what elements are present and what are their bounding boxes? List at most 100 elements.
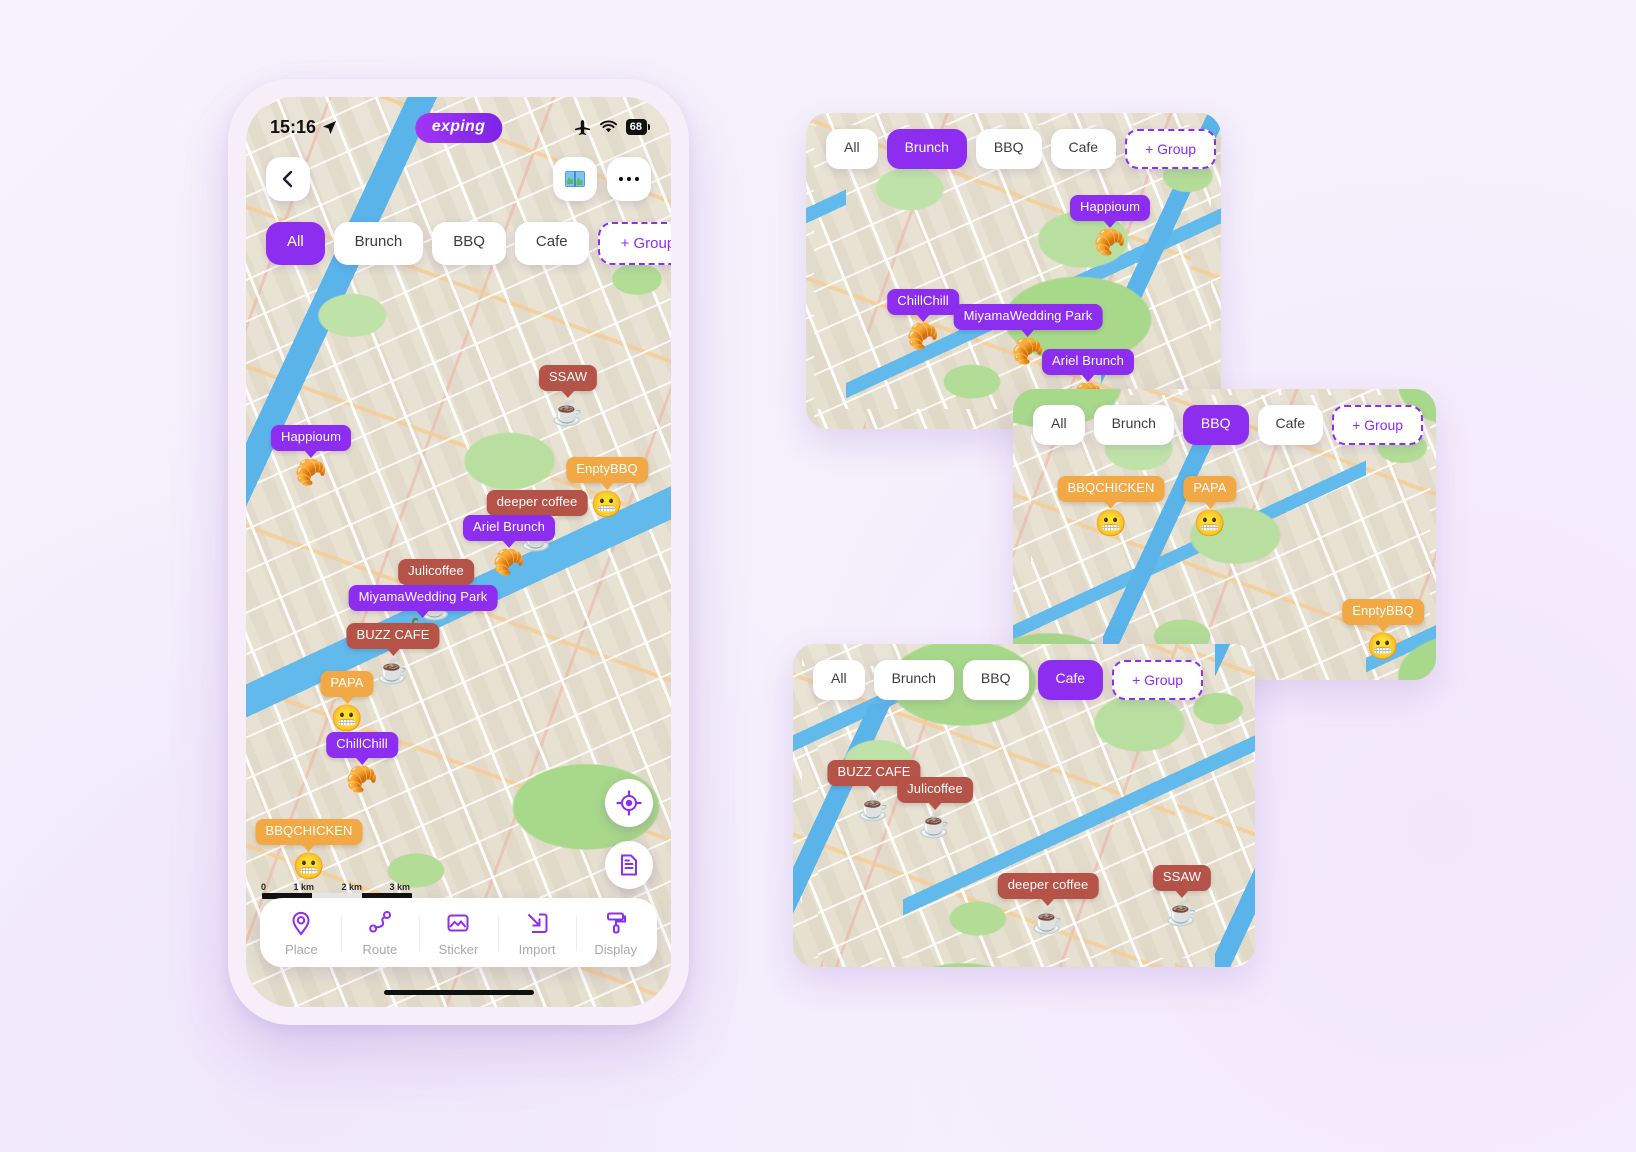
filter-chip-brunch[interactable]: Brunch [333, 222, 424, 265]
scale-tick-1: 1 km [293, 882, 314, 892]
map-book-icon [565, 171, 585, 187]
wifi-icon [599, 120, 617, 133]
map-pin-emoji: 🥐 [294, 456, 328, 487]
toolbar-item-display[interactable]: Display [576, 910, 655, 957]
battery-indicator: 68 [625, 119, 651, 135]
map-pin-label[interactable]: PAPA [1183, 476, 1237, 502]
map-pin-emoji: 😬 [1094, 507, 1128, 538]
phone-top-bar [266, 157, 651, 201]
filter-chip-list: All Brunch BBQ Cafe + Group [1033, 405, 1424, 445]
map-pin-emoji: ☕ [1165, 896, 1199, 927]
add-group-button[interactable]: + Group [1332, 405, 1424, 445]
card-filter-bar: All Brunch BBQ Cafe + Group [826, 129, 1217, 169]
card-filter-bar: All Brunch BBQ Cafe + Group [1033, 405, 1424, 445]
scale-tick-0: 0 [261, 882, 267, 892]
map-pin-emoji: ☕ [918, 808, 952, 839]
toolbar-label-place: Place [285, 942, 318, 957]
filter-chip-brunch[interactable]: Brunch [873, 660, 954, 700]
add-group-button[interactable]: + Group [1125, 129, 1217, 169]
map-pin[interactable]: Happioum 🥐 [270, 425, 352, 487]
map-pin[interactable]: SSAW ☕ [538, 365, 598, 425]
paint-roller-icon [606, 912, 626, 934]
toolbar-item-route[interactable]: Route [340, 910, 420, 957]
map-pin-label[interactable]: Ariel Brunch [462, 515, 556, 541]
map-pin-label[interactable]: Ariel Brunch [1041, 349, 1135, 375]
map-pin-label[interactable]: deeper coffee [486, 490, 588, 516]
preview-card-brunch[interactable]: All Brunch BBQ Cafe + Group Happioum 🥐 Chi… [806, 113, 1221, 429]
filter-chip-brunch[interactable]: Brunch [886, 129, 967, 169]
map-pin-label[interactable]: Julicoffee [897, 777, 973, 803]
filter-chip-brunch[interactable]: Brunch [1093, 405, 1174, 445]
map-pin-label[interactable]: ChillChill [326, 732, 398, 758]
airplane-mode-icon [574, 119, 590, 135]
filter-chip-bbq[interactable]: BBQ [432, 222, 506, 265]
map-pin[interactable]: Happioum 🥐 [1069, 195, 1151, 257]
preview-card-cafe[interactable]: All Brunch BBQ Cafe + Group BUZZ CAFE ☕ Ju… [793, 644, 1255, 967]
map-pin[interactable]: BBQCHICKEN 😬 [255, 819, 363, 881]
map-pin-label[interactable]: BBQCHICKEN [255, 819, 363, 845]
map-pin-label[interactable]: SSAW [1152, 865, 1212, 891]
filter-chip-cafe[interactable]: Cafe [1050, 129, 1117, 169]
more-options-button[interactable] [607, 157, 651, 201]
more-horizontal-icon [618, 176, 640, 182]
document-button[interactable] [605, 841, 653, 889]
status-bar-clock: 15:16 [270, 117, 337, 138]
filter-chip-all[interactable]: All [826, 129, 878, 169]
filter-chip-bbq[interactable]: BBQ [1182, 405, 1249, 445]
map-pin-label[interactable]: EnptyBBQ [1342, 599, 1424, 625]
map-pin[interactable]: EnptyBBQ 😬 [1342, 599, 1424, 659]
map-pin-emoji: 🥐 [906, 320, 940, 351]
map-pin-label[interactable]: MiyamaWedding Park [953, 304, 1103, 330]
filter-chip-all[interactable]: All [813, 660, 865, 700]
map-pin[interactable]: deeper coffee ☕ [997, 873, 1099, 933]
filter-chip-list: All Brunch BBQ Cafe + Group [813, 660, 1204, 700]
map-pin[interactable]: SSAW ☕ [1152, 865, 1212, 927]
map-pin[interactable]: PAPA 😬 [320, 671, 374, 731]
route-icon [369, 911, 391, 933]
image-icon [447, 914, 469, 932]
map-pin[interactable]: PAPA 😬 [1183, 476, 1237, 538]
filter-chip-bbq[interactable]: BBQ [975, 129, 1042, 169]
map-pin-label[interactable]: BUZZ CAFE [346, 623, 440, 649]
map-pin-emoji: 🥐 [1093, 226, 1127, 257]
filter-chip-cafe[interactable]: Cafe [1257, 405, 1324, 445]
map-pin-emoji: 😬 [1193, 507, 1227, 538]
phone-top-bar-actions [553, 157, 651, 201]
filter-chip-cafe[interactable]: Cafe [1037, 660, 1104, 700]
filter-chip-bbq[interactable]: BBQ [962, 660, 1029, 700]
brand-badge: exping [414, 113, 503, 143]
toolbar-item-import[interactable]: Import [497, 910, 577, 957]
status-bar-indicators: 68 [574, 119, 651, 136]
map-pin[interactable]: ChillChill 🥐 [326, 732, 398, 792]
map-pin-label[interactable]: EnptyBBQ [566, 457, 648, 483]
add-group-button[interactable]: + Group [1112, 660, 1204, 700]
map-pin-label[interactable]: BBQCHICKEN [1057, 476, 1165, 502]
bottom-toolbar: Place Route Sticker Import Display [260, 898, 657, 967]
map-pin-label[interactable]: MiyamaWedding Park [348, 585, 498, 611]
toolbar-item-place[interactable]: Place [262, 910, 341, 957]
add-group-button[interactable]: + Group [597, 222, 671, 265]
map-pin-label[interactable]: deeper coffee [997, 873, 1099, 899]
locate-me-button[interactable] [605, 779, 653, 827]
map-pin-label[interactable]: PAPA [320, 671, 374, 697]
preview-card-bbq[interactable]: All Brunch BBQ Cafe + Group BBQCHICKEN 😬 P… [1013, 389, 1436, 680]
map-pin-label[interactable]: SSAW [538, 365, 598, 391]
map-pin-label[interactable]: Happioum [270, 425, 352, 451]
map-pin-label[interactable]: Happioum [1069, 195, 1151, 221]
home-indicator[interactable] [383, 990, 534, 995]
map-pin-emoji: 🥐 [345, 763, 379, 794]
map-pin[interactable]: Julicoffee ☕ [897, 777, 973, 837]
filter-chip-all[interactable]: All [1033, 405, 1085, 445]
toolbar-item-sticker[interactable]: Sticker [419, 910, 498, 957]
map-pin-label[interactable]: ChillChill [887, 289, 959, 315]
map-pin-label[interactable]: Julicoffee [398, 559, 474, 585]
map-pin[interactable]: ChillChill 🥐 [887, 289, 959, 349]
map-pin[interactable]: BBQCHICKEN 😬 [1057, 476, 1165, 538]
filter-chip-cafe[interactable]: Cafe [514, 222, 589, 265]
back-button[interactable] [266, 157, 310, 201]
filter-chip-all[interactable]: All [266, 222, 325, 265]
filter-chip-list: All Brunch BBQ Cafe + Group [826, 129, 1217, 169]
map-pin-emoji: 😬 [292, 850, 326, 881]
atlas-button[interactable] [553, 157, 597, 201]
map-pin[interactable]: Ariel Brunch 🥐 [462, 515, 556, 575]
